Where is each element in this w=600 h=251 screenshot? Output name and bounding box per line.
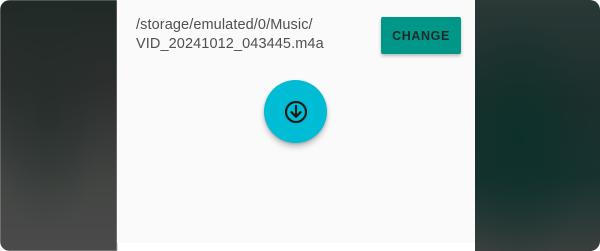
download-circle-icon [283,99,309,125]
download-button[interactable] [264,80,327,143]
file-path-label: /storage/emulated/0/Music/ VID_20241012_… [136,17,324,52]
background-left-blur [0,0,117,251]
app-window: /storage/emulated/0/Music/ VID_20241012_… [0,0,600,251]
background-right-blur [475,0,600,251]
change-button[interactable]: CHANGE [381,17,461,54]
